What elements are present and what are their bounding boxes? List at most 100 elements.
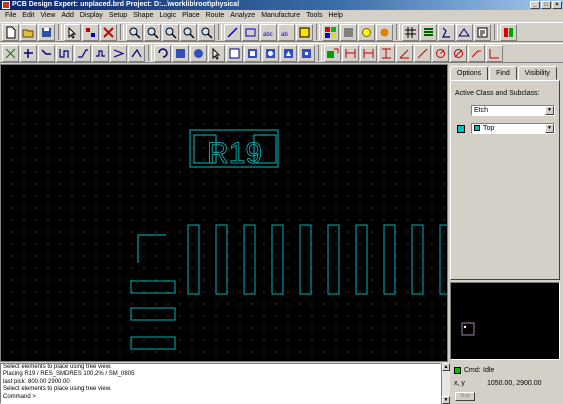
menu-tools[interactable]: Tools — [303, 10, 325, 21]
menu-shape[interactable]: Shape — [130, 10, 156, 21]
rect-fill-button[interactable] — [172, 44, 189, 62]
world-view-minimap[interactable] — [450, 282, 560, 360]
void-circle-button[interactable] — [262, 44, 279, 62]
zoom-out-icon — [147, 27, 159, 39]
maximize-button[interactable]: □ — [541, 1, 551, 9]
menu-logic[interactable]: Logic — [156, 10, 179, 21]
menu-route[interactable]: Route — [203, 10, 228, 21]
command-console[interactable]: Select elements to place using tree view… — [0, 363, 441, 404]
void-button[interactable] — [226, 44, 243, 62]
class-dropdown[interactable]: Etch ▼ — [471, 105, 555, 116]
dimension-radius-button[interactable] — [432, 44, 449, 62]
dimension-chamfer-button[interactable] — [486, 44, 503, 62]
edit-text-button[interactable]: ab — [278, 23, 295, 41]
dehighlight-button[interactable] — [376, 23, 393, 41]
open-file-button[interactable] — [20, 23, 37, 41]
command-prompt[interactable]: Command > — [3, 394, 440, 401]
dimension-diameter-button[interactable] — [450, 44, 467, 62]
delay-tune-button[interactable] — [56, 44, 73, 62]
minimize-button[interactable]: _ — [530, 1, 540, 9]
highlight-button[interactable] — [358, 23, 375, 41]
custom-smooth-button[interactable] — [74, 44, 91, 62]
zoom-fit-button[interactable] — [162, 23, 179, 41]
console-scrollbar[interactable]: ▲ ▼ — [441, 363, 450, 404]
component-r19[interactable]: R19 — [189, 129, 279, 170]
design-canvas[interactable]: R19 — [0, 64, 448, 362]
database-button[interactable] — [500, 23, 517, 41]
color-palette-button[interactable] — [322, 23, 339, 41]
subclass-dropdown[interactable]: Top ▼ — [471, 123, 555, 134]
status-indicator-icon — [454, 367, 461, 374]
menu-add[interactable]: Add — [58, 10, 76, 21]
dimension-v-button[interactable] — [378, 44, 395, 62]
move-button[interactable] — [82, 23, 99, 41]
menu-analyze[interactable]: Analyze — [227, 10, 258, 21]
subclass-color-swatch[interactable] — [457, 125, 465, 133]
shape-button[interactable] — [296, 23, 313, 41]
dimension-button[interactable] — [342, 44, 359, 62]
text-edit-icon: ab — [281, 32, 288, 38]
menu-setup[interactable]: Setup — [106, 10, 130, 21]
menu-view[interactable]: View — [37, 10, 58, 21]
close-button[interactable]: × — [552, 1, 562, 9]
menu-manufacture[interactable]: Manufacture — [258, 10, 303, 21]
grid-button[interactable] — [402, 23, 419, 41]
circle-button[interactable] — [190, 44, 207, 62]
menu-display[interactable]: Display — [77, 10, 106, 21]
tab-options[interactable]: Options — [450, 66, 489, 81]
delete-button[interactable] — [100, 23, 117, 41]
void-poly-button[interactable] — [280, 44, 297, 62]
measure-button[interactable] — [456, 23, 473, 41]
info-button[interactable] — [474, 23, 491, 41]
stackup-button[interactable] — [420, 23, 437, 41]
dimension-icon — [345, 48, 356, 58]
scroll-down-icon[interactable]: ▼ — [442, 396, 450, 404]
dimension-h-button[interactable] — [360, 44, 377, 62]
database-icon — [504, 27, 513, 37]
select-button[interactable] — [64, 23, 81, 41]
spread-icon — [113, 48, 125, 58]
new-file-button[interactable] — [2, 23, 19, 41]
zoom-out-button[interactable] — [144, 23, 161, 41]
fanout-button[interactable] — [2, 44, 19, 62]
highlight-icon — [362, 27, 371, 37]
save-button[interactable] — [38, 23, 55, 41]
select-shape-button[interactable] — [208, 44, 225, 62]
zoom-world-button[interactable] — [198, 23, 215, 41]
shape-edit-button[interactable] — [298, 44, 315, 62]
tab-visibility[interactable]: Visibility — [517, 66, 557, 80]
component-smd-pads[interactable] — [130, 280, 176, 350]
void-rect-button[interactable] — [244, 44, 261, 62]
rotate-button[interactable] — [154, 44, 171, 62]
auto-route-button[interactable] — [128, 44, 145, 62]
add-text-button[interactable]: abc — [260, 23, 277, 41]
zoom-previous-button[interactable] — [180, 23, 197, 41]
connect-button[interactable] — [20, 44, 37, 62]
dimension-horizontal-icon — [363, 48, 374, 58]
zoom-in-button[interactable] — [126, 23, 143, 41]
menu-edit[interactable]: Edit — [19, 10, 37, 21]
minimap-drawing — [461, 322, 475, 336]
menu-place[interactable]: Place — [179, 10, 203, 21]
place-manual-button[interactable] — [324, 44, 341, 62]
add-rect-button[interactable] — [242, 23, 259, 41]
dimension-leader-button[interactable] — [468, 44, 485, 62]
scroll-up-icon[interactable]: ▲ — [442, 363, 450, 371]
dimension-diag-button[interactable] — [414, 44, 431, 62]
slide-button[interactable] — [38, 44, 55, 62]
subclass-color-chip — [474, 125, 480, 131]
menu-help[interactable]: Help — [325, 10, 345, 21]
slide-icon — [41, 48, 51, 55]
add-line-button[interactable] — [224, 23, 241, 41]
stop-button[interactable]: Stop — [455, 392, 475, 401]
component-connector[interactable] — [137, 224, 448, 295]
constraints-button[interactable] — [438, 23, 455, 41]
dimension-angle-button[interactable] — [396, 44, 413, 62]
vertex-button[interactable] — [92, 44, 109, 62]
constraints-icon — [442, 27, 450, 38]
layer-visibility-button[interactable] — [340, 23, 357, 41]
spread-button[interactable] — [110, 44, 127, 62]
menu-file[interactable]: File — [2, 10, 19, 21]
tab-find[interactable]: Find — [489, 66, 517, 80]
coord-label: x, y — [454, 380, 465, 387]
